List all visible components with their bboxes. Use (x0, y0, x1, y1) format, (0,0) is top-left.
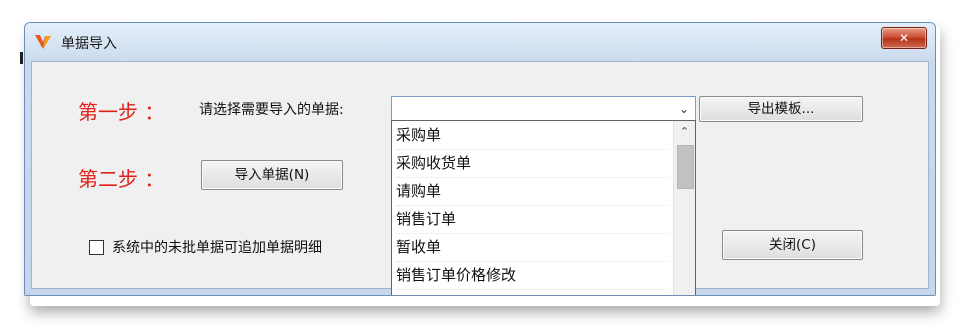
document-type-combobox[interactable]: ⌄ (391, 96, 696, 122)
append-details-checkbox[interactable] (89, 240, 104, 255)
dropdown-option[interactable]: 采购单 (396, 122, 668, 150)
append-details-label: 系统中的未批单据可追加单据明细 (112, 240, 322, 256)
chevron-down-icon[interactable]: ⌄ (673, 97, 695, 121)
background-mark (20, 52, 23, 64)
dropdown-option[interactable]: 请购单 (396, 178, 668, 206)
window-title: 单据导入 (61, 36, 117, 52)
dropdown-option[interactable]: 销售订单 (396, 206, 668, 234)
import-document-button[interactable]: 导入单据(N) (201, 160, 343, 190)
close-button[interactable]: 关闭(C) (722, 230, 863, 260)
scrollbar-thumb[interactable] (677, 145, 694, 189)
dialog-content: 第一步 ： 请选择需要导入的单据: ⌄ 导出模板... 采购单 采购收货单 请购… (31, 61, 929, 295)
step-two-label: 第二步 ： (78, 167, 165, 191)
dropdown-option[interactable]: 暂收单 (396, 234, 668, 262)
dialog-window: 单据导入 ✕ 第一步 ： 请选择需要导入的单据: ⌄ 导出模板... 采购单 采… (24, 22, 936, 296)
app-logo-icon (35, 35, 51, 49)
select-document-label: 请选择需要导入的单据: (199, 102, 344, 118)
scroll-up-icon[interactable]: ⌃ (674, 123, 695, 140)
step-one-label: 第一步 ： (78, 100, 165, 124)
document-type-dropdown-list[interactable]: 采购单 采购收货单 请购单 销售订单 暂收单 销售订单价格修改 ⌃ ⌄ (391, 120, 696, 295)
dropdown-option[interactable]: 采购收货单 (396, 150, 668, 178)
dropdown-scrollbar[interactable]: ⌃ ⌄ (673, 121, 695, 295)
export-template-button[interactable]: 导出模板... (699, 96, 863, 122)
window-close-button[interactable]: ✕ (881, 27, 927, 49)
title-bar[interactable]: 单据导入 ✕ (25, 23, 935, 61)
dropdown-option[interactable]: 销售订单价格修改 (396, 262, 668, 290)
scroll-down-icon[interactable]: ⌄ (674, 291, 695, 295)
